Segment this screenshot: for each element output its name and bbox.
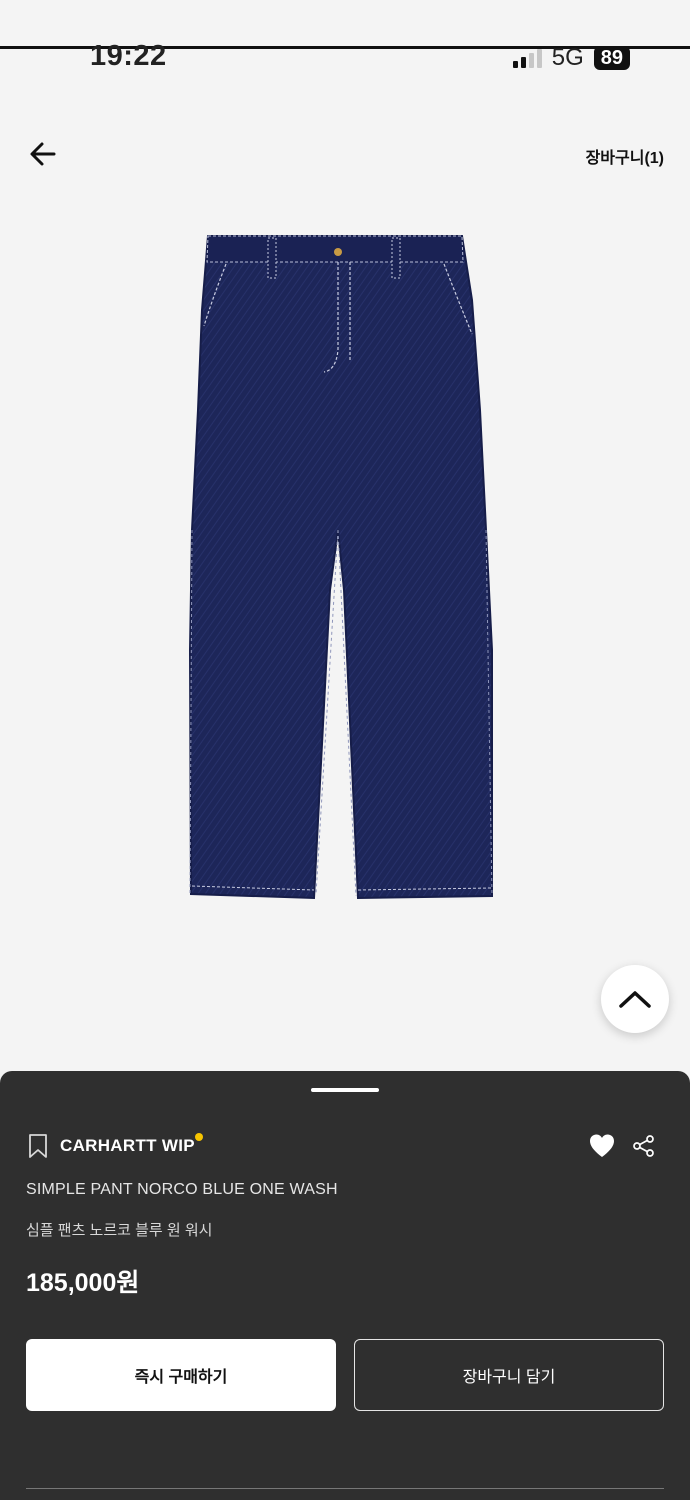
bottom-divider [26, 1488, 664, 1489]
network-type: 5G [551, 44, 584, 71]
bookmark-icon[interactable] [26, 1133, 50, 1159]
arrow-left-icon [30, 142, 56, 166]
add-to-cart-button[interactable]: 장바구니 담기 [354, 1339, 664, 1411]
scroll-top-button[interactable] [601, 965, 669, 1033]
product-image [188, 235, 493, 900]
share-button[interactable] [633, 1135, 655, 1157]
status-indicators: 5G 89 [512, 44, 630, 72]
chevron-up-icon [619, 991, 651, 1008]
buy-now-button[interactable]: 즉시 구매하기 [26, 1339, 336, 1411]
brand-row: CARHARTT WIP [26, 1133, 203, 1159]
share-icon [633, 1135, 654, 1157]
like-button[interactable] [588, 1132, 616, 1160]
signal-icon [512, 48, 542, 68]
back-button[interactable] [26, 136, 62, 172]
product-name-ko: 심플 팬츠 노르코 블루 원 워시 [26, 1222, 213, 1239]
sheet-handle[interactable] [311, 1088, 379, 1092]
heart-icon [590, 1134, 614, 1157]
brand-name-text: CARHARTT WIP [60, 1136, 195, 1155]
product-price: 185,000원 [26, 1269, 140, 1297]
new-dot-badge [194, 1133, 203, 1141]
product-name-en: SIMPLE PANT NORCO BLUE ONE WASH [26, 1181, 338, 1198]
battery-indicator: 89 [593, 46, 630, 70]
product-bottom-sheet: CARHARTT WIP SIMPLE PANT NORCO BLUE ONE … [0, 1071, 690, 1500]
status-time: 19:22 [90, 40, 167, 72]
brand-name[interactable]: CARHARTT WIP [60, 1133, 203, 1156]
cart-link[interactable]: 장바구니(1) [586, 144, 664, 168]
